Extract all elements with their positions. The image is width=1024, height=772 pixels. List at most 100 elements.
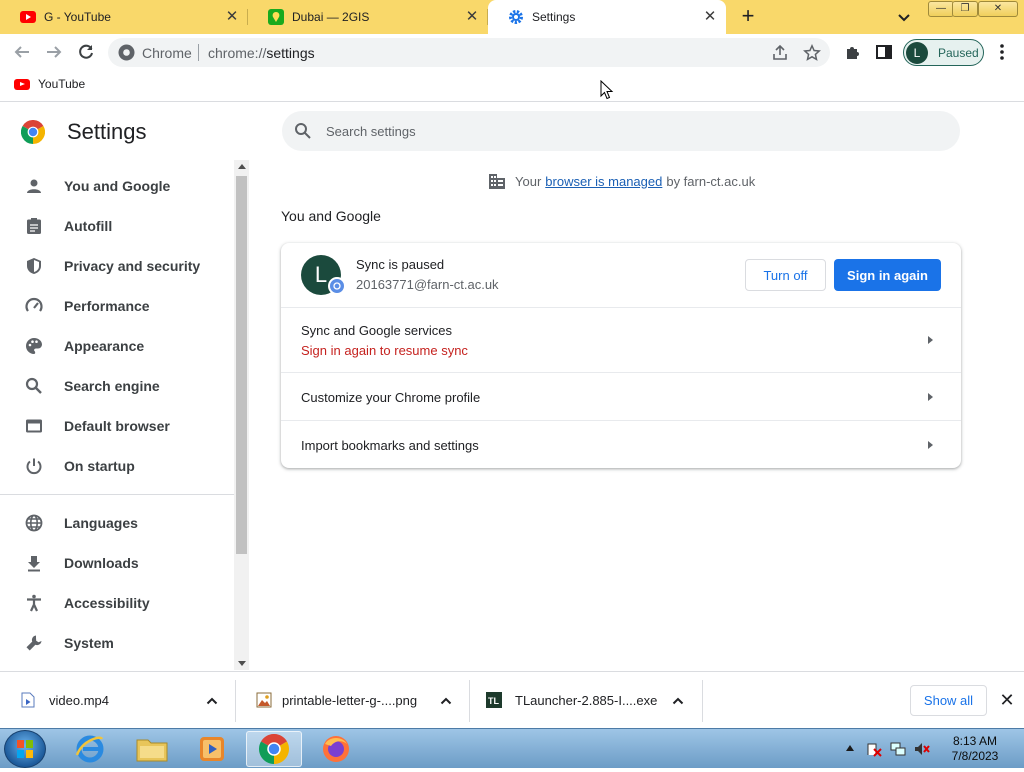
sidebar-item-label: On startup [64, 458, 135, 474]
video-file-icon [20, 692, 36, 708]
reload-button[interactable] [74, 40, 98, 64]
chevron-up-icon[interactable] [206, 694, 218, 706]
start-button[interactable] [4, 730, 46, 768]
folder-icon[interactable] [124, 731, 180, 767]
url-text: chrome://settings [208, 45, 315, 61]
tlauncher-icon: TL [486, 692, 502, 708]
network-icon[interactable] [890, 741, 906, 762]
sidebar-item-label: You and Google [64, 178, 171, 194]
search-icon [294, 122, 312, 140]
sidebar-item-label: Autofill [64, 218, 113, 234]
chrome-icon [118, 44, 135, 61]
bookmark-youtube[interactable]: YouTube [14, 77, 85, 91]
sidebar-item-downloads[interactable]: Downloads [0, 543, 234, 583]
download-item[interactable]: video.mp4 [0, 672, 236, 729]
person-icon [24, 176, 44, 196]
scroll-down-arrow-icon[interactable] [238, 661, 246, 666]
download-filename: printable-letter-g-....png [282, 693, 418, 708]
minimize-button[interactable]: — [928, 1, 954, 17]
search-box[interactable] [282, 111, 960, 151]
share-icon[interactable] [770, 43, 790, 63]
clock[interactable]: 8:13 AM 7/8/2023 [940, 734, 1010, 764]
sidebar-item-label: Languages [64, 515, 138, 531]
sidebar-item-on-startup[interactable]: On startup [0, 446, 234, 486]
scrollbar-thumb[interactable] [236, 176, 247, 554]
browser-icon [24, 416, 44, 436]
download-item[interactable]: printable-letter-g-....png [236, 672, 470, 729]
action-center-icon[interactable] [866, 741, 882, 762]
bookmark-label: YouTube [38, 77, 86, 91]
shield-icon [24, 256, 44, 276]
close-icon[interactable]: ✕ [997, 690, 1017, 710]
download-item[interactable]: TL TLauncher-2.885-I....exe [470, 672, 703, 729]
tab-youtube[interactable]: G - YouTube ✕ [0, 0, 248, 34]
sidebar-item-autofill[interactable]: Autofill [0, 206, 234, 246]
volume-muted-icon[interactable] [914, 741, 930, 762]
tab-strip: G - YouTube ✕ Dubai — 2GIS ✕ Settings ✕ … [0, 0, 1024, 34]
profile-button[interactable]: L Paused [903, 39, 984, 66]
window-close-button[interactable]: ✕ [978, 1, 1018, 17]
menu-icon[interactable] [990, 40, 1014, 64]
sidebar-item-label: Privacy and security [64, 258, 201, 274]
sidebar-item-privacy[interactable]: Privacy and security [0, 246, 234, 286]
row-sync-services[interactable]: Sync and Google services Sign in again t… [281, 307, 961, 372]
scroll-up-arrow-icon[interactable] [238, 164, 246, 169]
extensions-icon[interactable] [841, 40, 865, 64]
tray-expand-icon[interactable] [846, 745, 854, 751]
speedometer-icon [24, 296, 44, 316]
toolbar: Chrome chrome://settings L Paused [0, 34, 1024, 70]
palette-icon [24, 336, 44, 356]
media-player-icon[interactable] [184, 731, 240, 767]
sign-in-again-button[interactable]: Sign in again [834, 259, 941, 291]
close-icon[interactable]: ✕ [702, 9, 718, 25]
divider [198, 44, 199, 61]
search-icon [24, 376, 44, 396]
row-import-bookmarks[interactable]: Import bookmarks and settings [281, 420, 961, 468]
account-card: L Sync is paused 20163771@farn-ct.ac.uk … [281, 243, 961, 468]
sidebar-item-label: Appearance [64, 338, 145, 354]
show-all-button[interactable]: Show all [910, 685, 987, 716]
chrome-taskbar-icon[interactable] [246, 731, 302, 767]
sidebar-item-search-engine[interactable]: Search engine [0, 366, 234, 406]
tab-settings[interactable]: Settings ✕ [488, 0, 726, 34]
sidebar-item-accessibility[interactable]: Accessibility [0, 583, 234, 623]
sidebar-item-you-and-google[interactable]: You and Google [0, 166, 234, 206]
image-file-icon [256, 692, 272, 708]
star-icon[interactable] [802, 43, 822, 63]
globe-icon [24, 513, 44, 533]
tab-2gis[interactable]: Dubai — 2GIS ✕ [248, 0, 488, 34]
managed-link[interactable]: browser is managed [545, 174, 662, 189]
managed-prefix: Your [515, 173, 542, 189]
clock-time: 8:13 AM [952, 734, 998, 748]
restore-button[interactable]: ❐ [952, 1, 978, 17]
wrench-icon [24, 633, 44, 653]
chrome-logo-icon [20, 119, 46, 144]
search-input[interactable] [326, 120, 926, 142]
sidebar-item-default-browser[interactable]: Default browser [0, 406, 234, 446]
sidebar-item-languages[interactable]: Languages [0, 503, 234, 543]
sidebar-item-label: Accessibility [64, 595, 150, 611]
download-filename: TLauncher-2.885-I....exe [515, 693, 658, 708]
turn-off-button[interactable]: Turn off [745, 259, 826, 291]
forward-button[interactable] [42, 40, 66, 64]
settings-sidebar: You and Google Autofill Privacy and secu… [0, 160, 234, 670]
row-customize-profile[interactable]: Customize your Chrome profile [281, 372, 961, 420]
chevron-down-icon[interactable] [894, 7, 914, 27]
firefox-icon[interactable] [308, 731, 364, 767]
back-button[interactable] [10, 40, 34, 64]
close-icon[interactable]: ✕ [224, 9, 240, 25]
new-tab-button[interactable]: + [736, 5, 760, 29]
sidebar-item-appearance[interactable]: Appearance [0, 326, 234, 366]
download-shelf: video.mp4 printable-letter-g-....png TL … [0, 671, 1024, 728]
sidebar-item-label: System [64, 635, 114, 651]
sidebar-item-system[interactable]: System [0, 623, 234, 663]
chevron-up-icon[interactable] [672, 694, 684, 706]
close-icon[interactable]: ✕ [464, 9, 480, 25]
internet-explorer-icon[interactable] [62, 731, 118, 767]
side-panel-icon[interactable] [872, 40, 896, 64]
arrow-right-icon [928, 336, 933, 344]
sidebar-item-performance[interactable]: Performance [0, 286, 234, 326]
address-bar[interactable]: Chrome chrome://settings [108, 38, 830, 67]
sidebar-scrollbar[interactable] [234, 160, 249, 670]
chevron-up-icon[interactable] [440, 694, 452, 706]
